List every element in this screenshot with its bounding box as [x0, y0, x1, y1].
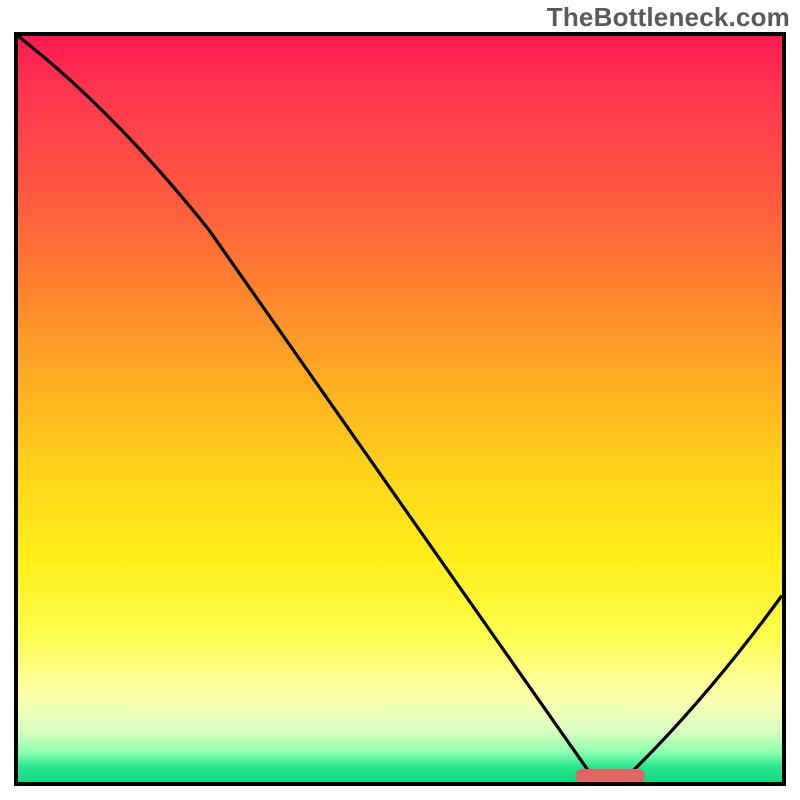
- plot-area: [14, 32, 786, 786]
- chart-container: TheBottleneck.com: [0, 0, 800, 800]
- watermark-label: TheBottleneck.com: [547, 2, 790, 33]
- chart-overlay: [18, 36, 782, 782]
- bottleneck-curve: [18, 36, 782, 775]
- bottleneck-marker: [576, 769, 645, 782]
